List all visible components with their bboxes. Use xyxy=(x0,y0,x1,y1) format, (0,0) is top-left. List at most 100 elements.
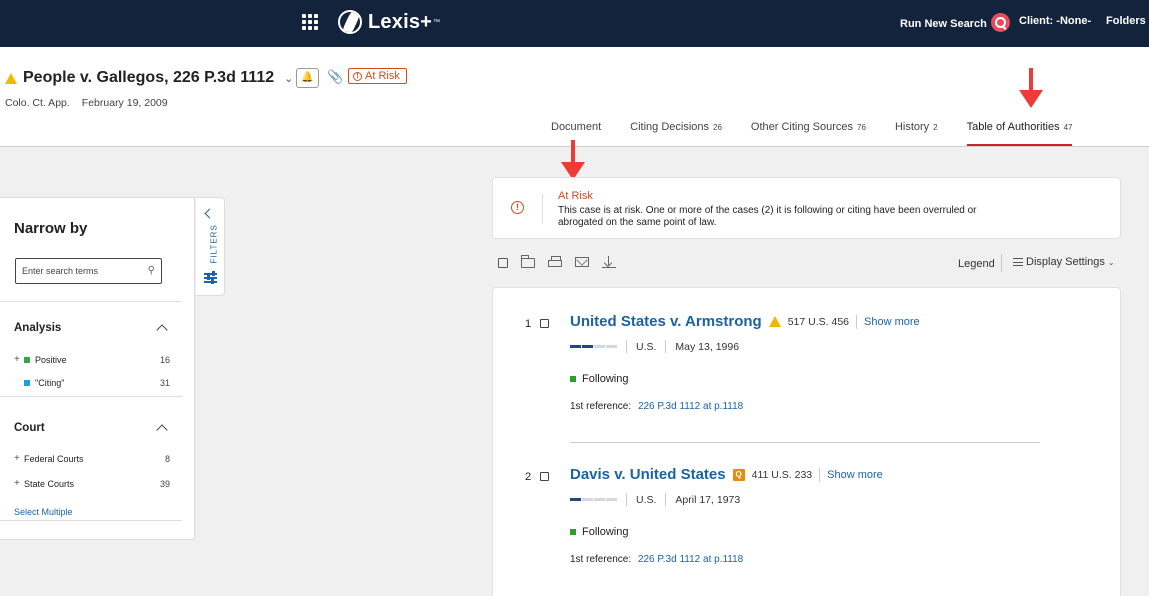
paperclip-icon[interactable]: 📎 xyxy=(327,69,343,85)
search-icon xyxy=(990,13,1010,32)
filter-count: 16 xyxy=(159,354,170,365)
filter-item-citing[interactable]: "Citing" 31 xyxy=(14,378,170,388)
divider xyxy=(1001,254,1002,272)
divider xyxy=(570,442,1040,443)
questioned-signal-icon[interactable]: Q xyxy=(732,468,745,481)
expand-plus-icon[interactable]: + xyxy=(14,453,24,464)
download-icon[interactable] xyxy=(602,256,616,268)
chevron-down-icon: ⌄ xyxy=(284,72,294,85)
expand-plus-icon[interactable]: + xyxy=(14,354,24,365)
court-section-heading[interactable]: Court xyxy=(14,422,45,434)
display-settings-label: Display Settings xyxy=(1026,256,1105,268)
brand-trademark: ™ xyxy=(433,18,441,26)
positive-treatment-square-icon xyxy=(570,376,576,382)
narrow-search-input[interactable]: Enter search terms ⚲ xyxy=(15,258,162,284)
chevron-up-icon[interactable] xyxy=(156,424,168,436)
filter-label: "Citing" xyxy=(35,378,65,388)
filters-toggle[interactable]: FILTERS xyxy=(196,197,225,296)
divider xyxy=(665,493,667,506)
tab-other-citing-sources[interactable]: Other Citing Sources 76 xyxy=(751,121,866,146)
reference-link[interactable]: 226 P.3d 1112 at p.1118 xyxy=(638,401,743,412)
lexis-logo-icon xyxy=(338,10,362,34)
divider xyxy=(819,467,821,482)
divider xyxy=(665,340,667,353)
at-risk-badge-label: At Risk xyxy=(365,70,400,82)
document-title: People v. Gallegos, 226 P.3d 1112 xyxy=(23,69,275,86)
notice-title: At Risk xyxy=(558,190,593,202)
case-name-link[interactable]: Davis v. United States xyxy=(570,466,726,483)
court-name: U.S. xyxy=(636,340,657,353)
select-all-checkbox[interactable] xyxy=(498,257,508,268)
print-icon[interactable] xyxy=(548,256,562,267)
show-more-link[interactable]: Show more xyxy=(864,316,920,328)
red-arrow-annotation xyxy=(561,140,585,182)
bell-alert-button[interactable]: 🔔 xyxy=(296,68,319,88)
narrow-by-heading: Narrow by xyxy=(14,220,88,237)
filter-label: Federal Courts xyxy=(24,453,84,464)
document-title-dropdown[interactable]: People v. Gallegos, 226 P.3d 1112 ⌄ xyxy=(5,69,293,87)
divider xyxy=(626,493,627,506)
top-navigation-bar: Lexis+ ™ Run New Search Client: -None- Fo… xyxy=(0,0,1149,47)
treatment-label: Following xyxy=(582,526,629,538)
brand-name: Lexis+ xyxy=(368,10,433,33)
tab-count: 2 xyxy=(933,123,938,132)
depth-of-treatment-bars xyxy=(570,345,617,348)
divider xyxy=(626,340,627,353)
filter-item-state-courts[interactable]: + State Courts 39 xyxy=(14,478,170,489)
filter-count: 39 xyxy=(159,478,170,489)
results-toolbar xyxy=(498,255,616,268)
narrow-by-panel: Narrow by Enter search terms ⚲ Analysis … xyxy=(0,197,195,540)
decision-date: February 19, 2009 xyxy=(81,97,168,109)
email-icon[interactable] xyxy=(575,257,589,267)
list-icon xyxy=(1013,258,1023,266)
tab-count: 47 xyxy=(1063,123,1073,132)
alert-circle-icon: ! xyxy=(511,201,524,214)
divider xyxy=(856,314,857,329)
filter-count: 8 xyxy=(164,453,170,464)
filter-count: 31 xyxy=(159,378,170,388)
folder-icon[interactable] xyxy=(521,255,535,268)
reference-label: 1st reference: xyxy=(570,554,632,565)
warning-signal-icon[interactable] xyxy=(768,316,781,327)
select-multiple-link[interactable]: Select Multiple xyxy=(14,507,73,517)
tab-label: Citing Decisions xyxy=(630,121,710,133)
display-settings-dropdown[interactable]: Display Settings ⌄ xyxy=(1013,256,1115,268)
expand-plus-icon[interactable]: + xyxy=(14,478,24,489)
filter-item-federal-courts[interactable]: + Federal Courts 8 xyxy=(14,453,170,464)
treatment-label: Following xyxy=(582,373,629,385)
folders-link[interactable]: Folders xyxy=(1106,15,1146,27)
run-new-search-label: Run New Search xyxy=(900,17,987,30)
tab-label: Other Citing Sources xyxy=(750,121,854,133)
at-risk-badge[interactable]: ! At Risk xyxy=(348,68,407,84)
reference-link[interactable]: 226 P.3d 1112 at p.1118 xyxy=(638,554,743,565)
result-checkbox[interactable] xyxy=(540,472,549,481)
filter-item-positive[interactable]: + Positive 16 xyxy=(14,354,170,365)
divider xyxy=(0,396,182,397)
search-icon: ⚲ xyxy=(147,265,155,276)
result-number: 2 xyxy=(525,471,532,483)
result-number: 1 xyxy=(525,318,532,330)
case-name-link[interactable]: United States v. Armstrong xyxy=(570,313,762,330)
tab-citing-decisions[interactable]: Citing Decisions 26 xyxy=(630,121,722,146)
result-checkbox[interactable] xyxy=(540,319,549,328)
red-arrow-annotation xyxy=(1019,68,1043,110)
run-new-search-button[interactable]: Run New Search xyxy=(900,13,1010,32)
show-more-link[interactable]: Show more xyxy=(827,469,883,481)
notice-body: This case is at risk. One or more of the… xyxy=(558,205,977,228)
at-risk-notice: ! At Risk This case is at risk. One or m… xyxy=(492,177,1121,239)
tab-label: Document xyxy=(551,121,602,133)
apps-grid-icon[interactable] xyxy=(302,14,318,30)
alert-circle-icon: ! xyxy=(353,71,362,81)
chevron-left-icon[interactable] xyxy=(204,208,215,219)
chevron-up-icon[interactable] xyxy=(156,324,168,336)
lexis-logo[interactable]: Lexis+ ™ xyxy=(338,10,440,34)
legend-link[interactable]: Legend xyxy=(958,258,995,270)
divider xyxy=(0,301,182,302)
analysis-section-heading[interactable]: Analysis xyxy=(14,322,61,334)
tab-table-of-authorities[interactable]: Table of Authorities 47 xyxy=(966,121,1073,146)
filter-sliders-icon[interactable] xyxy=(204,271,217,284)
client-selector[interactable]: Client: -None- xyxy=(1019,15,1091,27)
divider xyxy=(542,194,543,224)
court-name: U.S. xyxy=(636,493,657,506)
tab-history[interactable]: History 2 xyxy=(895,121,938,146)
